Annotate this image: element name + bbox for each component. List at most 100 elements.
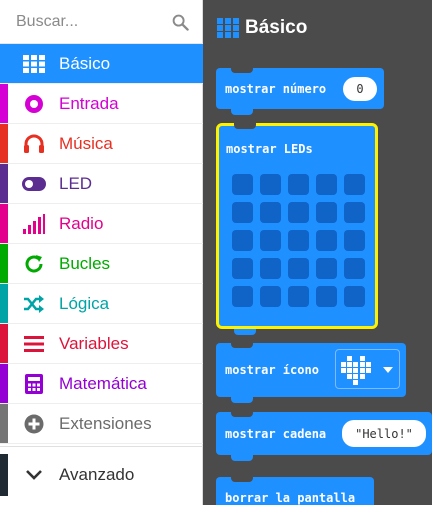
block-notch — [234, 123, 256, 129]
led-cell[interactable] — [232, 258, 253, 279]
clear-screen-block[interactable]: borrar la pantalla — [216, 476, 374, 505]
led-cell[interactable] — [344, 230, 365, 251]
led-cell[interactable] — [232, 230, 253, 251]
category-color-bar — [0, 364, 8, 403]
led-cell[interactable] — [316, 258, 337, 279]
lines-icon — [22, 333, 46, 355]
flyout-title: Básico — [217, 17, 307, 39]
flyout-title-label: Básico — [245, 17, 308, 38]
show-number-block[interactable]: mostrar número 0 — [216, 67, 384, 115]
category-label: Básico — [59, 54, 111, 73]
show-string-block[interactable]: mostrar cadena "Hello!" — [216, 411, 432, 461]
led-cell[interactable] — [316, 174, 337, 195]
block-notch — [231, 411, 253, 417]
block-flyout: Básico mostrar número 0 mostrar LEDs mos… — [203, 0, 432, 505]
category-label: Avanzado — [59, 465, 135, 484]
block-label: mostrar ícono — [225, 363, 319, 377]
led-cell[interactable] — [316, 286, 337, 307]
toggle-icon — [22, 173, 46, 195]
led-cell[interactable] — [232, 286, 253, 307]
category-entrada[interactable]: Entrada — [0, 84, 203, 124]
led-cell[interactable] — [288, 286, 309, 307]
led-cell[interactable] — [288, 258, 309, 279]
category-color-bar — [0, 454, 8, 496]
category-matematica[interactable]: Matemática — [0, 364, 203, 404]
led-cell[interactable] — [232, 202, 253, 223]
input-icon — [22, 93, 46, 115]
category-extensiones[interactable]: Extensiones — [0, 404, 203, 444]
category-bucles[interactable]: Bucles — [0, 244, 203, 284]
led-cell[interactable] — [344, 174, 365, 195]
category-color-bar — [0, 204, 8, 243]
category-color-bar — [0, 404, 8, 443]
category-label: Bucles — [59, 254, 111, 273]
category-variables[interactable]: Variables — [0, 324, 203, 364]
search-bar — [0, 0, 203, 44]
block-label: mostrar cadena — [225, 427, 327, 441]
category-label: Matemática — [59, 374, 147, 393]
divider — [0, 446, 203, 447]
led-cell[interactable] — [260, 258, 281, 279]
led-cell[interactable] — [288, 230, 309, 251]
search-input[interactable] — [16, 9, 166, 35]
show-icon-block[interactable]: mostrar ícono — [216, 342, 406, 403]
led-cell[interactable] — [260, 286, 281, 307]
category-logica[interactable]: Lógica — [0, 284, 203, 324]
led-cell[interactable] — [316, 230, 337, 251]
category-color-bar — [0, 164, 8, 203]
led-matrix[interactable] — [232, 174, 365, 307]
led-cell[interactable] — [344, 286, 365, 307]
grid-icon — [22, 53, 46, 75]
block-tab — [231, 109, 253, 115]
category-avanzado[interactable]: Avanzado — [0, 454, 203, 496]
led-cell[interactable] — [260, 202, 281, 223]
chevron-down-icon — [22, 464, 46, 486]
led-cell[interactable] — [316, 202, 337, 223]
block-tab — [231, 397, 253, 403]
category-basico[interactable]: Básico — [0, 44, 203, 84]
category-color-bar — [0, 284, 8, 323]
block-label: borrar la pantalla — [225, 491, 356, 505]
category-label: LED — [59, 174, 93, 193]
led-cell[interactable] — [260, 174, 281, 195]
heart-icon — [341, 356, 371, 385]
category-label: Extensiones — [59, 414, 152, 433]
plus-circle-icon — [22, 413, 46, 435]
block-notch — [231, 342, 253, 348]
block-notch — [231, 67, 253, 73]
led-cell[interactable] — [232, 174, 253, 195]
block-label: mostrar número — [225, 82, 327, 96]
category-label: Música — [59, 134, 113, 153]
led-cell[interactable] — [344, 202, 365, 223]
led-cell[interactable] — [260, 230, 281, 251]
calculator-icon — [22, 373, 46, 395]
category-radio[interactable]: Radio — [0, 204, 203, 244]
led-cell[interactable] — [288, 202, 309, 223]
loop-icon — [22, 253, 46, 275]
toolbox-sidebar: Básico Entrada Música LED — [0, 0, 203, 505]
headphones-icon — [22, 133, 46, 155]
search-icon[interactable] — [172, 14, 189, 31]
icon-dropdown[interactable] — [335, 349, 400, 389]
category-color-bar — [0, 124, 8, 163]
signal-icon — [22, 213, 46, 235]
grid-icon — [217, 18, 239, 38]
category-color-bar — [0, 324, 8, 363]
led-cell[interactable] — [288, 174, 309, 195]
block-label: mostrar LEDs — [226, 142, 313, 156]
block-tab — [234, 329, 256, 335]
category-label: Variables — [59, 334, 129, 353]
category-label: Lógica — [59, 294, 110, 313]
show-leds-block[interactable]: mostrar LEDs — [216, 123, 378, 335]
string-input[interactable]: "Hello!" — [342, 420, 426, 447]
category-label: Radio — [59, 214, 104, 233]
category-musica[interactable]: Música — [0, 124, 203, 164]
number-input[interactable]: 0 — [343, 77, 377, 101]
block-tab — [231, 455, 253, 461]
category-led[interactable]: LED — [0, 164, 203, 204]
dropdown-caret-icon — [383, 367, 393, 373]
led-cell[interactable] — [344, 258, 365, 279]
category-color-bar — [0, 84, 8, 123]
shuffle-icon — [22, 293, 46, 315]
category-color-bar — [0, 244, 8, 283]
